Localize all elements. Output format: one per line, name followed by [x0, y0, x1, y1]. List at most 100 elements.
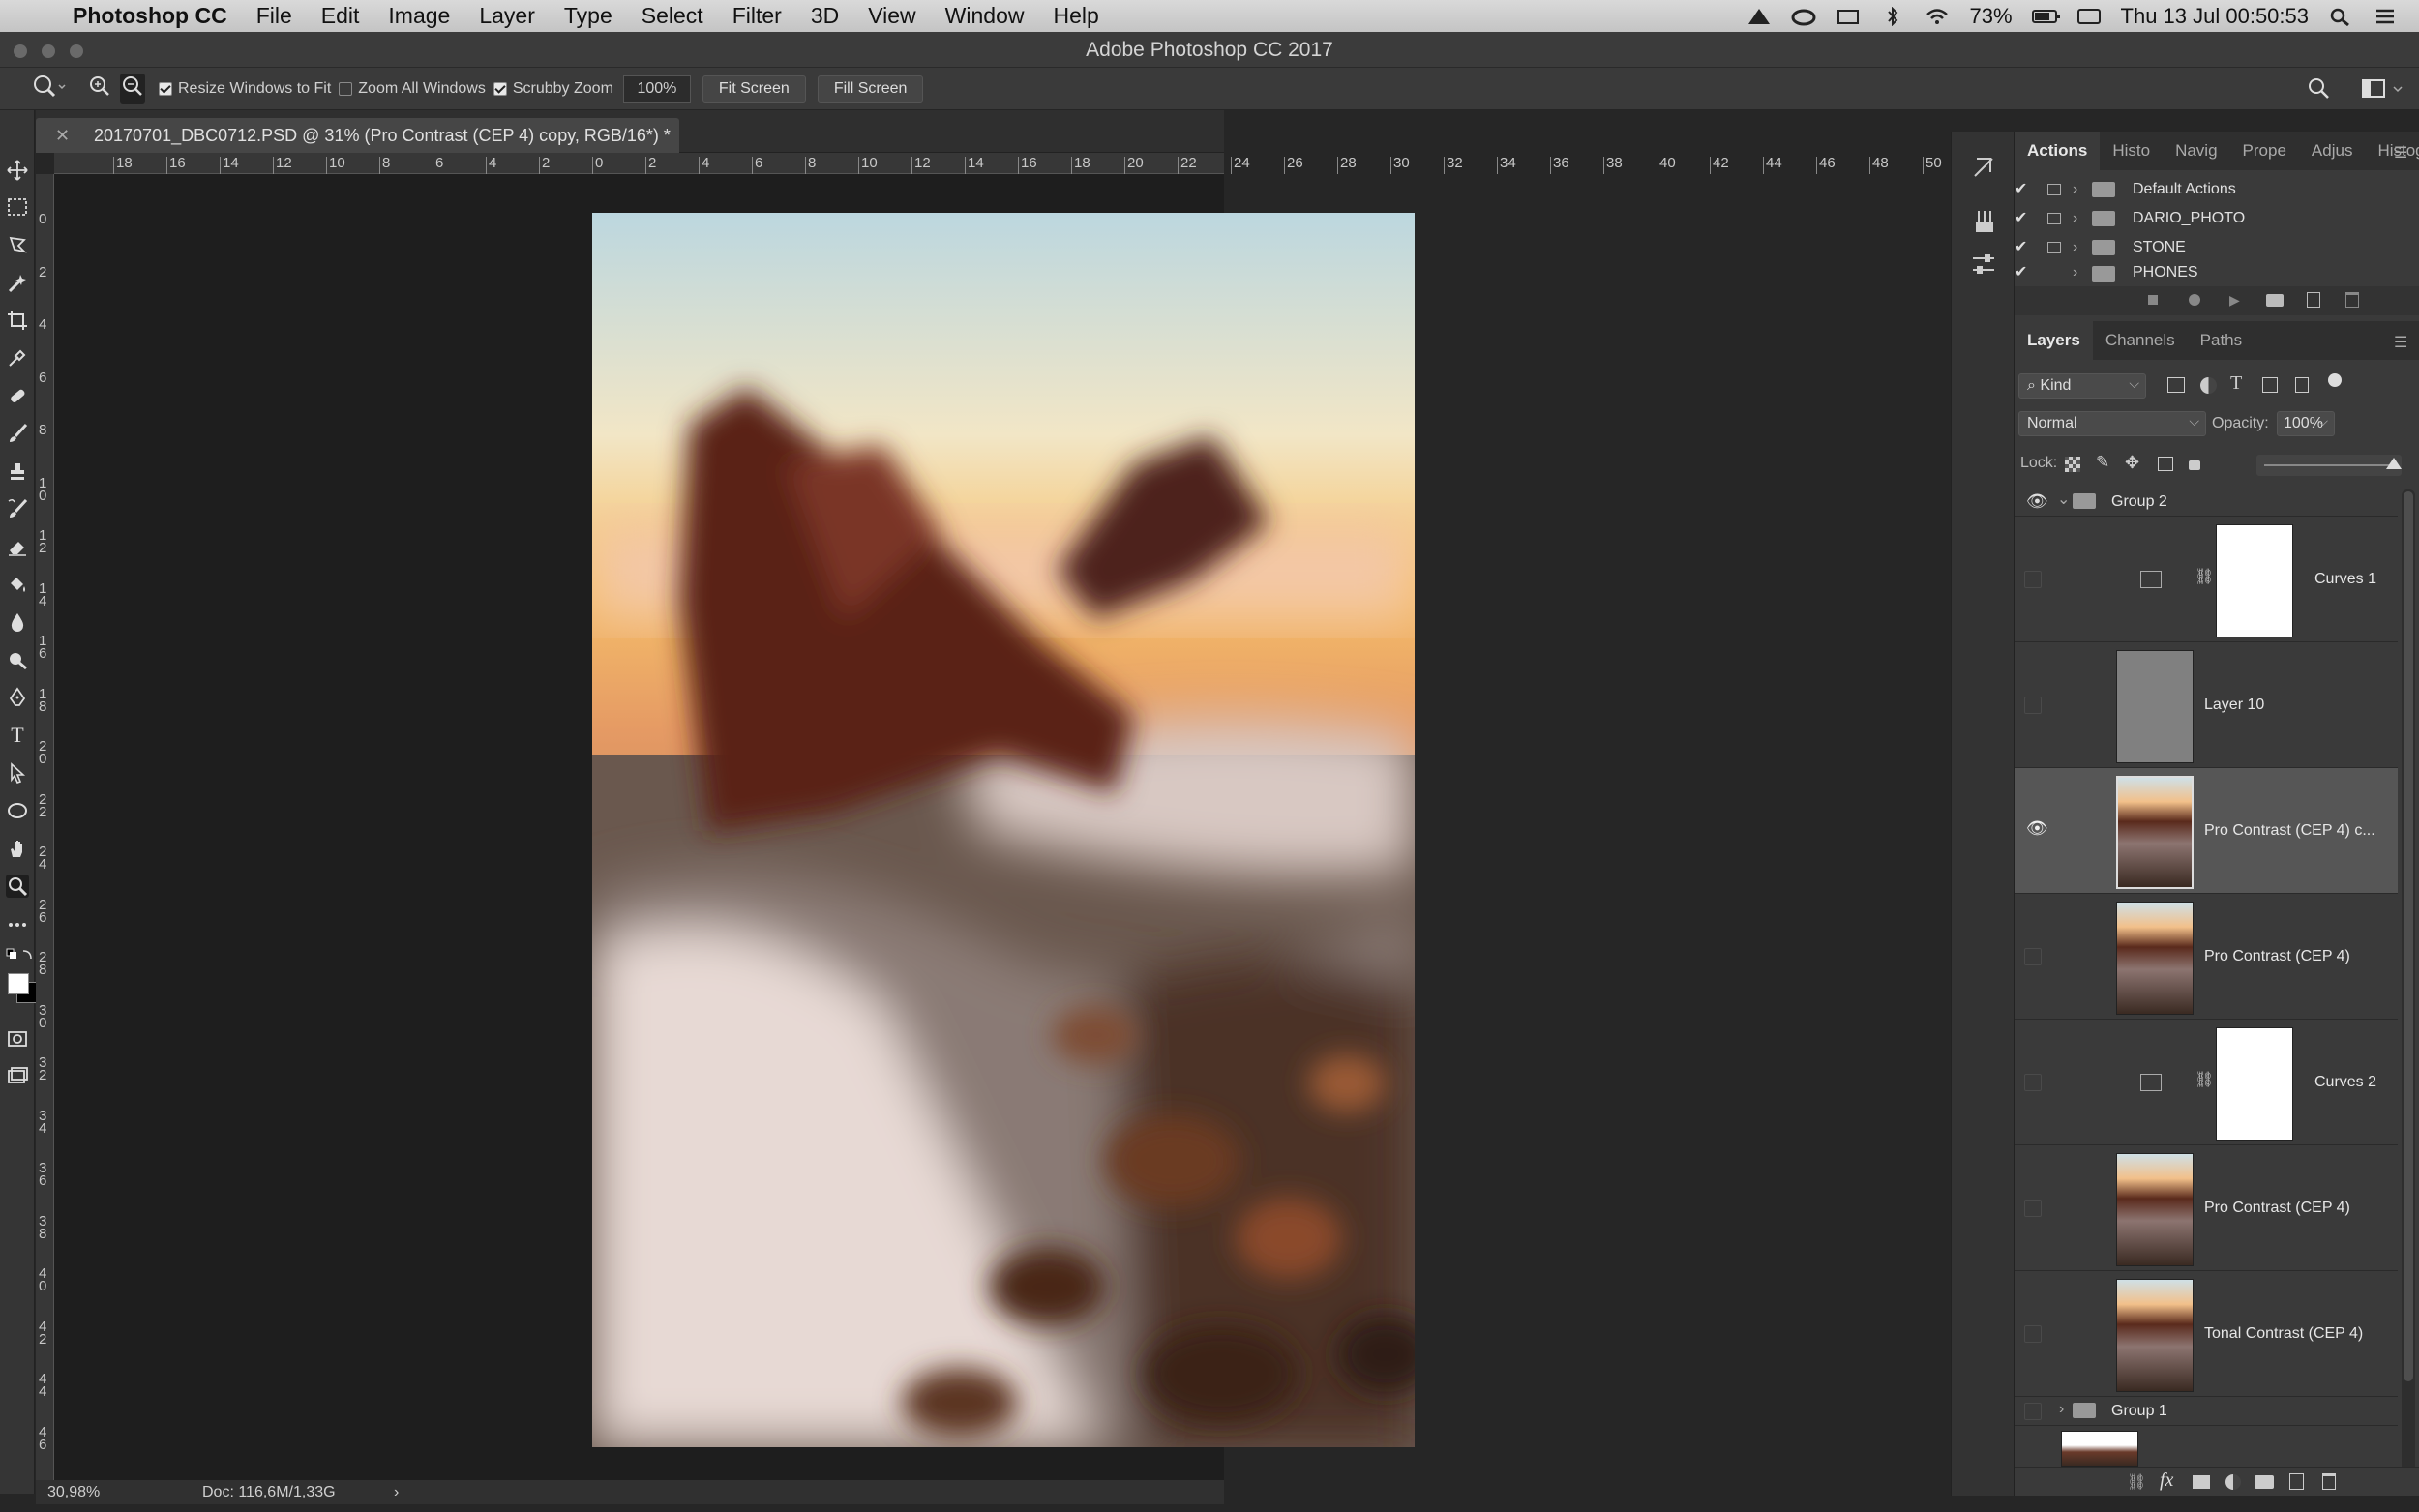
play-icon[interactable]: ▶ — [2229, 292, 2240, 309]
document-size-info[interactable]: Doc: 116,6M/1,33G — [202, 1480, 336, 1504]
menu-edit[interactable]: Edit — [307, 3, 374, 29]
zoom-tool-icon[interactable] — [6, 875, 29, 898]
menu-select[interactable]: Select — [627, 3, 718, 29]
close-window-button[interactable] — [14, 44, 27, 58]
menu-file[interactable]: File — [242, 3, 307, 29]
partial-layer-thumbnail[interactable] — [2061, 1431, 2138, 1467]
expand-arrow-icon[interactable]: › — [2073, 233, 2077, 262]
menu-view[interactable]: View — [853, 3, 930, 29]
new-set-folder-icon[interactable] — [2266, 294, 2284, 307]
brush-presets-icon[interactable] — [1969, 207, 1998, 236]
foreground-color-swatch[interactable] — [8, 973, 29, 994]
layer-thumbnail[interactable] — [2116, 776, 2194, 889]
menu-3d[interactable]: 3D — [796, 3, 853, 29]
quick-mask-icon[interactable] — [6, 1027, 29, 1051]
battery-icon[interactable] — [2031, 7, 2060, 26]
clone-stamp-tool-icon[interactable] — [6, 460, 29, 483]
zoom-out-icon[interactable] — [120, 74, 145, 104]
action-set-row[interactable]: ✔ › PHONES — [2015, 262, 2402, 283]
layer-style-fx-icon[interactable]: fx — [2160, 1469, 2173, 1492]
layer-row-group-2[interactable]: 👁 ⌄ Group 2 — [2015, 488, 2398, 517]
type-tool-icon[interactable]: T — [6, 723, 29, 747]
actions-panel-menu-icon[interactable]: ☰ — [2394, 143, 2407, 163]
clock[interactable]: Thu 13 Jul 00:50:53 — [2121, 4, 2309, 29]
delete-action-icon[interactable] — [2345, 292, 2359, 308]
layer-thumbnail[interactable] — [2116, 650, 2194, 763]
link-layers-icon[interactable]: ⛓ — [2127, 1472, 2146, 1492]
visibility-toggle[interactable] — [2024, 571, 2042, 588]
spotlight-icon[interactable] — [2328, 7, 2353, 26]
layers-panel-menu-icon[interactable]: ☰ — [2394, 333, 2407, 352]
layer-row-tonal-contrast[interactable]: Tonal Contrast (CEP 4) — [2015, 1271, 2398, 1397]
hand-tool-icon[interactable] — [6, 837, 29, 860]
expand-arrow-icon[interactable]: › — [2073, 175, 2077, 204]
expand-arrow-icon[interactable]: › — [2059, 1401, 2064, 1418]
minimize-window-button[interactable] — [42, 44, 55, 58]
lasso-tool-icon[interactable] — [6, 233, 29, 256]
dialog-toggle-icon[interactable] — [2047, 242, 2061, 253]
tab-histogram[interactable]: Histog — [2365, 132, 2419, 170]
zoom-window-button[interactable] — [70, 44, 83, 58]
filter-smart-object-icon[interactable] — [2295, 377, 2309, 393]
bluetooth-icon[interactable] — [1880, 6, 1905, 26]
tab-navigator[interactable]: Navig — [2163, 132, 2229, 170]
document-tab[interactable]: ✕ 20170701_DBC0712.PSD @ 31% (Pro Contra… — [36, 118, 679, 153]
paint-bucket-tool-icon[interactable] — [6, 573, 29, 596]
fill-slider[interactable] — [2256, 455, 2402, 476]
layer-row-pro-contrast-2[interactable]: Pro Contrast (CEP 4) — [2015, 1145, 2398, 1271]
properties-icon[interactable] — [1969, 250, 1998, 279]
visibility-toggle[interactable] — [2024, 1325, 2042, 1343]
dialog-toggle-icon[interactable] — [2047, 184, 2061, 195]
menu-layer[interactable]: Layer — [464, 3, 550, 29]
layer-mask-thumbnail[interactable] — [2216, 1027, 2293, 1141]
new-action-icon[interactable] — [2307, 292, 2320, 308]
dialog-toggle-icon[interactable] — [2047, 213, 2061, 224]
crop-tool-icon[interactable] — [6, 309, 29, 332]
horizontal-ruler[interactable]: 18 16 14 12 10 8 6 4 2 0 2 4 6 8 10 12 14 16 18 20 22 24 26 28 3… — [54, 153, 1942, 174]
zoom-all-windows-checkbox[interactable] — [339, 81, 353, 96]
menu-filter[interactable]: Filter — [718, 3, 796, 29]
tab-history[interactable]: Histo — [2100, 132, 2163, 170]
menu-type[interactable]: Type — [550, 3, 627, 29]
search-icon[interactable] — [2307, 76, 2332, 106]
layers-scrollbar[interactable] — [2402, 489, 2415, 1476]
fill-screen-button[interactable]: Fill Screen — [817, 74, 924, 103]
lock-transparent-icon[interactable] — [2065, 457, 2080, 472]
chain-link-icon[interactable]: ⛓ — [2195, 567, 2214, 586]
action-set-row[interactable]: ✔ › DARIO_PHOTO — [2015, 204, 2402, 233]
close-document-icon[interactable]: ✕ — [55, 118, 70, 153]
dodge-tool-icon[interactable] — [6, 648, 29, 671]
layer-mask-thumbnail[interactable] — [2216, 524, 2293, 637]
document-image[interactable] — [592, 213, 1415, 1447]
fit-screen-button[interactable]: Fit Screen — [702, 74, 806, 103]
brush-tool-icon[interactable] — [6, 422, 29, 445]
opacity-field[interactable]: 100% — [2277, 409, 2335, 436]
blend-mode-select[interactable]: Normal — [2018, 409, 2206, 436]
zoom-percent-field[interactable]: 100% — [622, 74, 691, 103]
tab-channels[interactable]: Channels — [2093, 321, 2188, 360]
pen-tool-icon[interactable] — [6, 686, 29, 709]
eyedropper-tool-icon[interactable] — [6, 346, 29, 370]
screen-mode-icon[interactable] — [6, 1064, 29, 1087]
drive-icon[interactable] — [1747, 7, 1772, 26]
expand-arrow-icon[interactable]: › — [2073, 204, 2077, 233]
tab-paths[interactable]: Paths — [2188, 321, 2255, 360]
stop-icon[interactable] — [2148, 295, 2158, 305]
visibility-toggle[interactable] — [2024, 697, 2042, 714]
healing-brush-tool-icon[interactable] — [6, 384, 29, 407]
filter-adjustment-icon[interactable] — [2200, 377, 2217, 394]
lock-position-icon[interactable]: ✥ — [2125, 453, 2139, 473]
vertical-ruler[interactable]: 0 2 4 6 8 1 0 1 2 1 4 1 6 1 8 2 0 2 2 2 4 2 6 2 8 3 0 3 … — [36, 174, 54, 1490]
libraries-icon[interactable] — [1969, 153, 1998, 182]
more-tools-icon[interactable] — [6, 913, 29, 936]
display-icon[interactable] — [2076, 7, 2102, 26]
add-mask-icon[interactable] — [2193, 1475, 2210, 1489]
lock-artboard-icon[interactable] — [2158, 457, 2173, 471]
menu-window[interactable]: Window — [931, 3, 1039, 29]
layer-row-curves-1[interactable]: ⛓ Curves 1 — [2015, 517, 2398, 642]
layer-thumbnail[interactable] — [2116, 902, 2194, 1015]
record-icon[interactable] — [2189, 294, 2200, 306]
zoom-tool-preset-icon[interactable] — [29, 74, 68, 104]
menu-app[interactable]: Photoshop CC — [58, 3, 242, 29]
lock-all-icon[interactable] — [2189, 460, 2200, 470]
